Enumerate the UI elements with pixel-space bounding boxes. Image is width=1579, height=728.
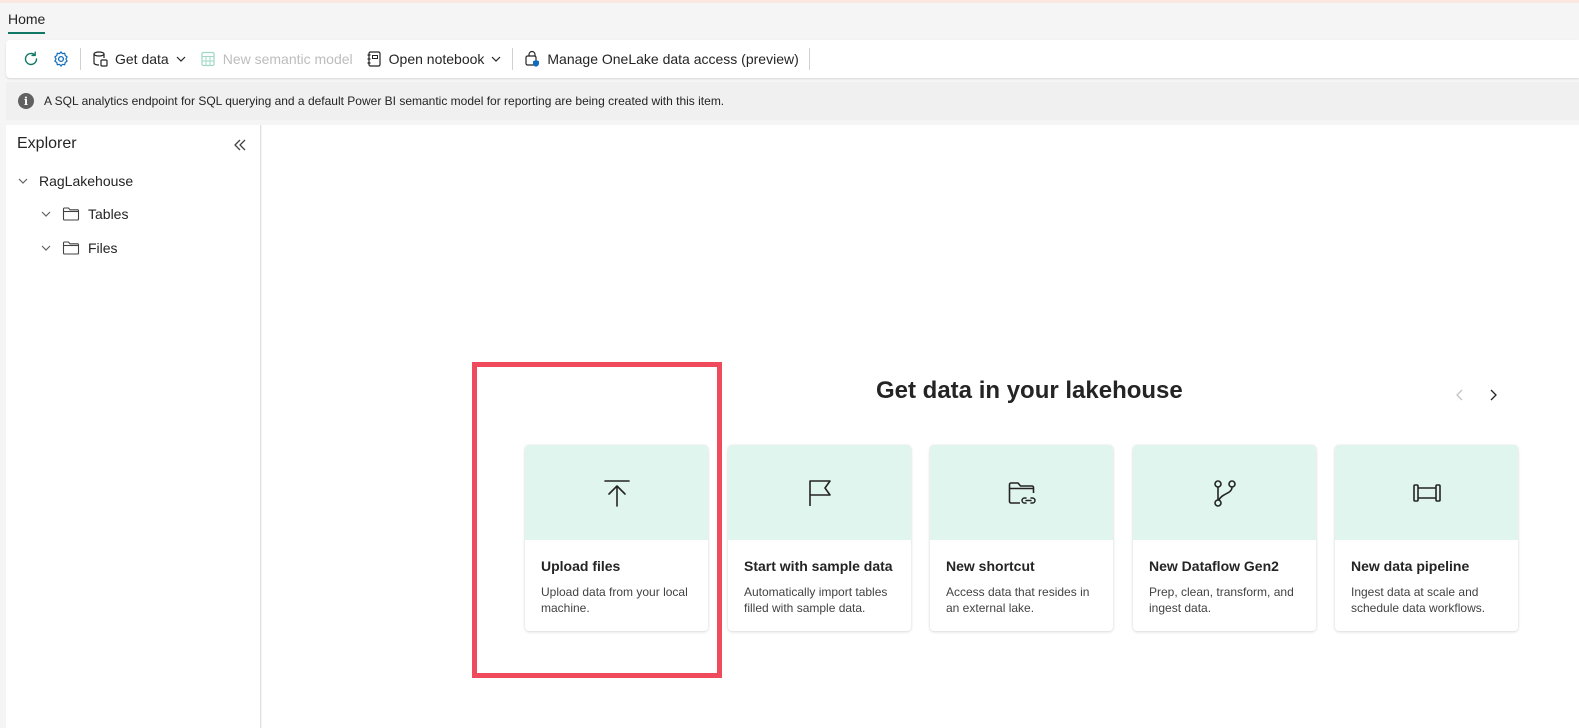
card-title: Start with sample data [744, 558, 893, 574]
manage-onelake-label: Manage OneLake data access (preview) [547, 51, 799, 67]
card-header [1133, 445, 1316, 540]
card-title: New Dataflow Gen2 [1149, 558, 1279, 574]
carousel-next-button[interactable] [1485, 387, 1501, 403]
new-semantic-model-button[interactable]: New semantic model [193, 44, 359, 74]
tree-item-label: RagLakehouse [39, 173, 134, 189]
card-description: Prep, clean, transform, and ingest data. [1149, 585, 1294, 615]
flag-icon [805, 478, 835, 508]
card-title: New shortcut [946, 558, 1035, 574]
folder-icon [62, 240, 80, 256]
get-data-button[interactable]: Get data [85, 44, 193, 74]
card-title: Upload files [541, 558, 621, 574]
tree-item-raglakehouse[interactable]: RagLakehouse [17, 173, 133, 189]
chevron-down-icon [40, 242, 52, 254]
tree-item-label: Files [88, 240, 118, 256]
get-data-title: Get data in your lakehouse [876, 377, 1183, 404]
notebook-icon [365, 50, 383, 68]
new-shortcut-card[interactable]: New shortcut Access data that resides in… [930, 445, 1113, 631]
tree-item-files[interactable]: Files [40, 240, 118, 256]
toolbar-divider [512, 48, 514, 70]
manage-onelake-access-button[interactable]: Manage OneLake data access (preview) [517, 44, 804, 74]
card-description: Upload data from your local machine. [541, 585, 688, 615]
card-header [930, 445, 1113, 540]
sample-data-card[interactable]: Start with sample data Automatically imp… [728, 445, 911, 631]
refresh-button[interactable] [16, 44, 46, 74]
branch-icon [1210, 478, 1240, 508]
card-header [728, 445, 911, 540]
card-header [525, 445, 708, 540]
info-message-bar: i A SQL analytics endpoint for SQL query… [6, 82, 1579, 120]
new-semantic-model-label: New semantic model [222, 51, 353, 67]
open-notebook-button[interactable]: Open notebook [359, 44, 509, 74]
chevron-down-icon [490, 53, 502, 65]
chevron-down-icon [40, 208, 52, 220]
card-description: Access data that resides in an external … [946, 585, 1090, 615]
chevron-down-icon [175, 53, 187, 65]
folder-link-icon [1007, 478, 1037, 508]
lock-shield-icon [523, 50, 541, 68]
gear-icon [52, 50, 70, 68]
chevron-down-icon [17, 175, 29, 187]
card-header [1335, 445, 1518, 540]
folder-icon [62, 206, 80, 222]
upload-files-card[interactable]: Upload files Upload data from your local… [525, 445, 708, 631]
tree-item-label: Tables [88, 206, 129, 222]
settings-button[interactable] [46, 44, 76, 74]
ribbon-toolbar: Get data New semantic model Open noteboo… [6, 40, 1579, 78]
new-data-pipeline-card[interactable]: New data pipeline Ingest data at scale a… [1335, 445, 1518, 631]
card-description: Ingest data at scale and schedule data w… [1351, 585, 1486, 615]
pipeline-icon [1412, 478, 1442, 508]
semantic-model-icon [199, 50, 217, 68]
toolbar-divider [80, 48, 81, 70]
upload-icon [602, 478, 632, 508]
chevron-right-icon [1485, 389, 1501, 407]
collapse-pane-button[interactable] [231, 136, 249, 154]
card-description: Automatically import tables filled with … [744, 585, 888, 615]
chevron-left-icon [1452, 389, 1468, 407]
new-dataflow-card[interactable]: New Dataflow Gen2 Prep, clean, transform… [1133, 445, 1316, 631]
database-icon [91, 50, 109, 68]
ribbon-tab-bar: Home [0, 3, 1579, 38]
info-message-text: A SQL analytics endpoint for SQL queryin… [44, 94, 725, 108]
refresh-icon [22, 50, 40, 68]
tree-item-tables[interactable]: Tables [40, 206, 128, 222]
tab-home[interactable]: Home [8, 11, 46, 34]
get-data-label: Get data [115, 51, 169, 67]
main-content: Get data in your lakehouse Upload files … [262, 125, 1579, 728]
card-title: New data pipeline [1351, 558, 1470, 574]
info-icon: i [18, 93, 34, 109]
open-notebook-label: Open notebook [388, 51, 485, 67]
explorer-pane: Explorer RagLakehouse Tables Files [6, 125, 261, 728]
carousel-prev-button[interactable] [1452, 387, 1468, 403]
toolbar-divider [808, 48, 810, 70]
double-chevron-left-icon [231, 139, 249, 158]
explorer-title: Explorer [17, 135, 77, 152]
